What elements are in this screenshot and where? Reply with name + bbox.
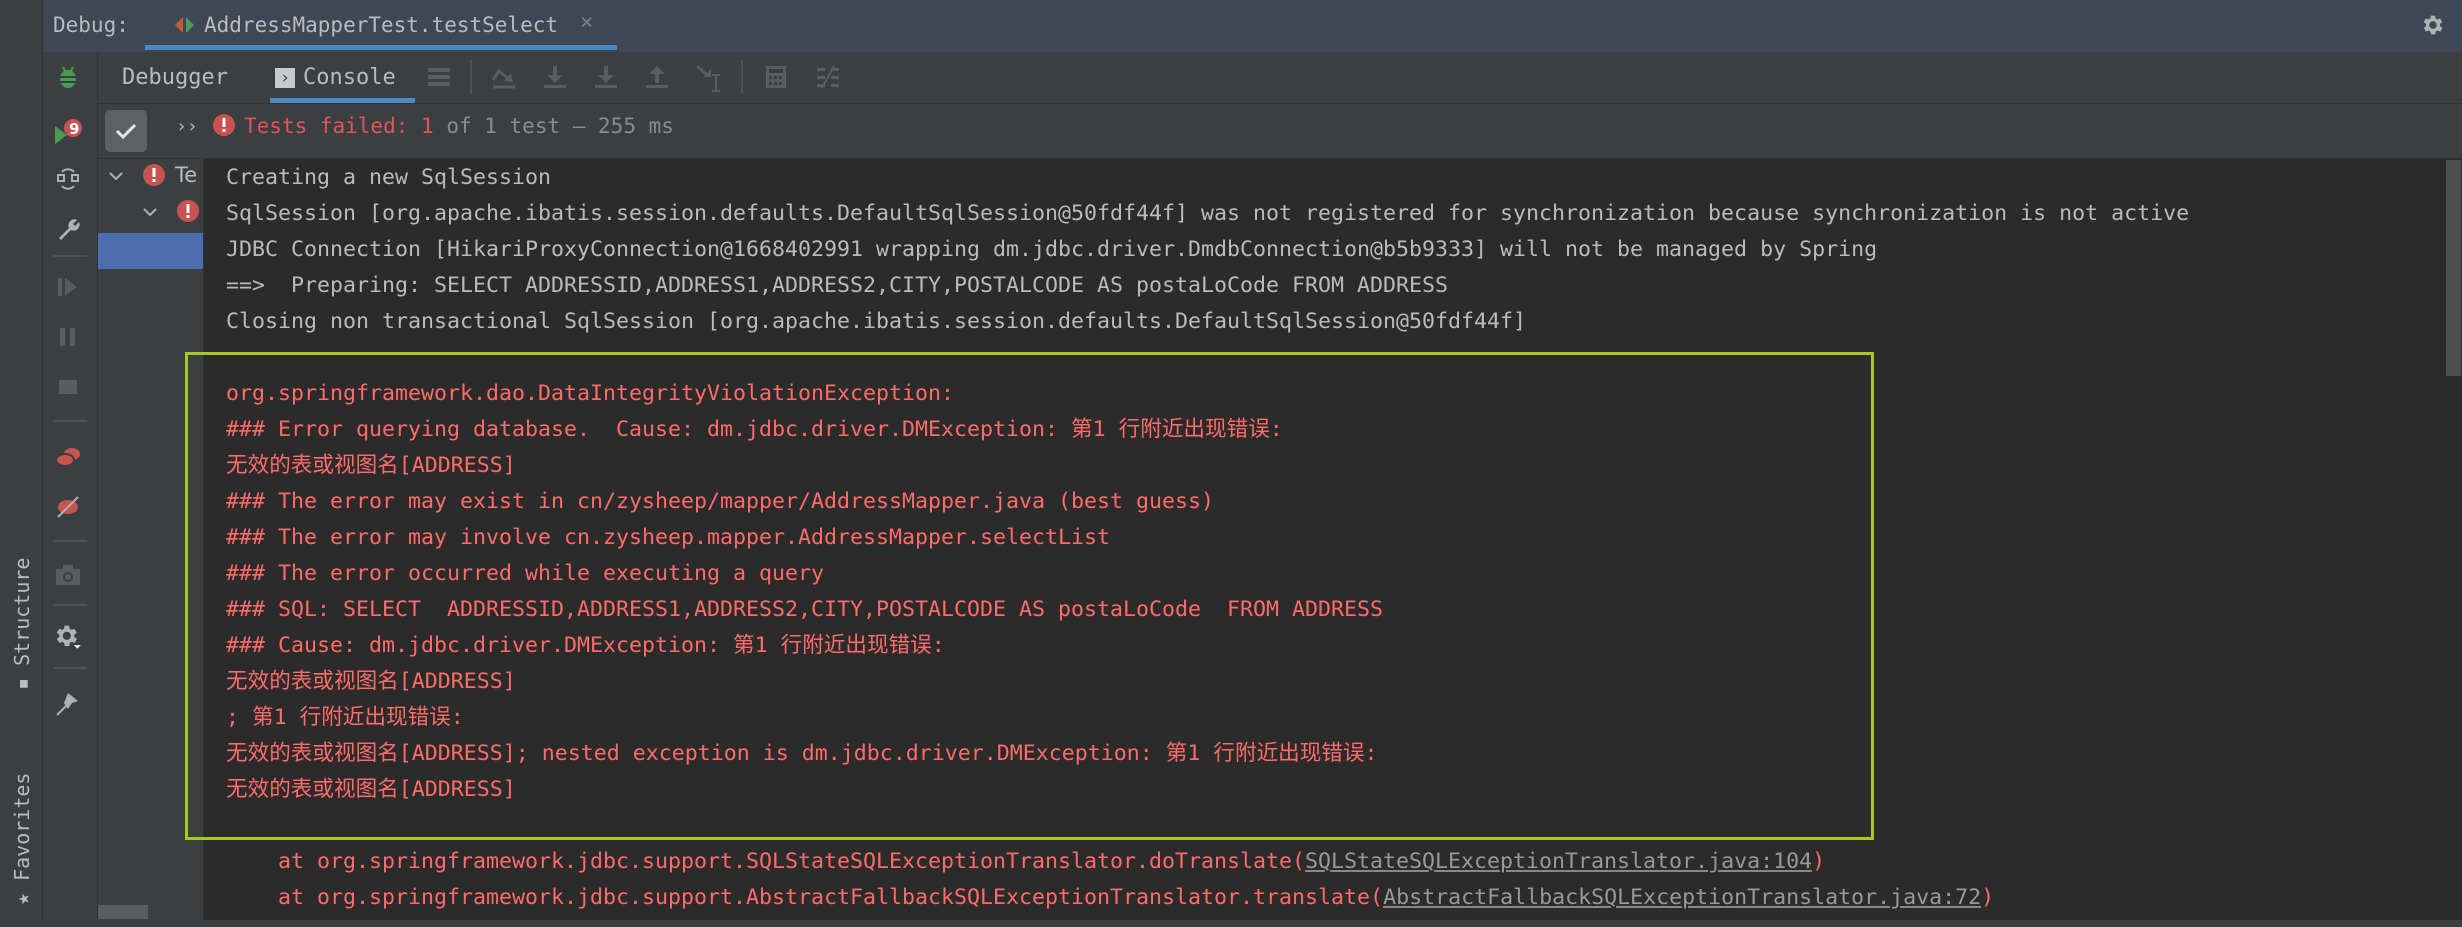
tree-selected-item[interactable] [98, 233, 203, 269]
test-failed-icon [176, 199, 200, 227]
step-out-icon[interactable] [643, 63, 671, 91]
error-line: org.springframework.dao.DataIntegrityVio… [226, 381, 955, 406]
structure-tool-button[interactable]: ▪ Structure [10, 558, 34, 690]
structure-icon: ▪ [10, 665, 34, 690]
left-tool-window-strip: ▪ Structure ★ Favorites [0, 0, 43, 927]
step-into-icon[interactable] [541, 63, 569, 91]
console-line: SqlSession [org.apache.ibatis.session.de… [226, 201, 2190, 226]
error-line: ### The error may exist in cn/zysheep/ma… [226, 489, 1215, 514]
tab-debugger[interactable]: Debugger [122, 52, 228, 103]
stack-trace-line: at org.springframework.jdbc.support.SQLS… [226, 847, 1825, 877]
error-line: ; 第1 行附近出现错误: [226, 705, 464, 730]
rerun-failed-tests-icon[interactable]: 9 [53, 116, 83, 146]
svg-text:9: 9 [69, 120, 79, 138]
test-failed-icon [212, 113, 236, 141]
debug-label: Debug: [53, 13, 129, 37]
chevron-down-icon[interactable] [108, 167, 124, 186]
stack-frame-text: at org.springframework.jdbc.support.Abst… [226, 885, 1384, 910]
stack-frame-text: at org.springframework.jdbc.support.SQLS… [226, 849, 1306, 874]
test-run-icon [174, 14, 196, 40]
settings-icon[interactable] [53, 622, 83, 652]
debug-tabs-bar: Debugger › Console [98, 52, 2462, 104]
favorites-tool-button[interactable]: ★ Favorites [10, 773, 34, 905]
expand-chevrons-icon[interactable]: ›› [176, 116, 198, 137]
menu-icon[interactable] [425, 63, 453, 91]
console-line: JDBC Connection [HikariProxyConnection@1… [226, 237, 1878, 262]
step-over-icon[interactable] [490, 63, 518, 91]
stack-frame-close: ) [1812, 849, 1826, 874]
toolbar-separator [53, 540, 87, 542]
force-step-into-icon[interactable] [592, 63, 620, 91]
error-line: ### Cause: dm.jdbc.driver.DMException: 第… [226, 633, 945, 658]
test-summary: of 1 test – 255 ms [433, 114, 674, 138]
error-line: 无效的表或视图名[ADDRESS]; nested exception is d… [226, 741, 1378, 766]
pause-icon[interactable] [53, 322, 83, 352]
toolbar-separator [741, 60, 743, 94]
toolbar-separator [53, 604, 87, 606]
toolbar-separator [53, 255, 87, 257]
star-icon: ★ [10, 880, 34, 905]
debug-side-toolbar: 9 [43, 52, 98, 927]
stack-trace-line: at org.springframework.jdbc.support.Abst… [226, 883, 1994, 913]
test-failed-icon [142, 163, 166, 191]
resume-icon[interactable] [53, 272, 83, 302]
check-icon [115, 123, 137, 140]
tree-root-item[interactable]: Te [175, 163, 197, 187]
console-line: Creating a new SqlSession [226, 165, 552, 190]
tree-horizontal-scrollbar[interactable] [98, 905, 148, 919]
toolbar-separator [470, 60, 472, 94]
console-line: Closing non transactional SqlSession [or… [226, 309, 1527, 334]
active-console-tab-indicator [270, 98, 415, 103]
structure-label: Structure [10, 557, 34, 666]
run-to-cursor-icon[interactable] [694, 63, 722, 92]
error-line: ### Error querying database. Cause: dm.j… [226, 417, 1283, 442]
pin-icon[interactable] [53, 688, 83, 718]
stop-icon[interactable] [53, 372, 83, 402]
wrench-icon[interactable] [53, 214, 83, 244]
trace-current-stream-icon[interactable] [814, 63, 842, 91]
active-tab-indicator [145, 45, 617, 50]
favorites-label: Favorites [10, 772, 34, 881]
error-line: ### SQL: SELECT ADDRESSID,ADDRESS1,ADDRE… [226, 597, 1384, 622]
tab-console-label: Console [303, 65, 396, 90]
error-line: ### The error occurred while executing a… [226, 561, 825, 586]
debug-tab-title: AddressMapperTest.testSelect [204, 13, 559, 37]
mute-breakpoints-icon[interactable] [53, 492, 83, 522]
tab-console[interactable]: › Console [275, 52, 396, 103]
test-status-text: Tests failed: 1 of 1 test – 255 ms [244, 114, 674, 138]
error-line: ### The error may involve cn.zysheep.map… [226, 525, 1111, 550]
toolbar-separator [53, 420, 87, 422]
show-passed-toggle[interactable] [105, 110, 147, 152]
failed-count: 1 [421, 114, 434, 138]
console-horizontal-scrollbar[interactable] [0, 920, 2462, 927]
source-link[interactable]: SQLStateSQLExceptionTranslator.java:104 [1305, 849, 1812, 874]
evaluate-expression-icon[interactable] [762, 63, 790, 91]
debug-bug-icon[interactable] [53, 62, 83, 92]
restore-layout-icon[interactable] [53, 164, 83, 194]
error-line: 无效的表或视图名[ADDRESS] [226, 777, 516, 802]
toolbar-separator [53, 667, 87, 669]
console-line: ==> Preparing: SELECT ADDRESSID,ADDRESS1… [226, 273, 1449, 298]
console-vertical-scrollbar[interactable] [2446, 160, 2461, 376]
source-link[interactable]: AbstractFallbackSQLExceptionTranslator.j… [1383, 885, 1981, 910]
view-breakpoints-icon[interactable] [53, 442, 83, 472]
stack-frame-close: ) [1981, 885, 1995, 910]
console-icon: › [275, 67, 295, 88]
tests-failed-label: Tests failed: [244, 114, 422, 138]
error-line: 无效的表或视图名[ADDRESS] [226, 669, 516, 694]
chevron-down-icon[interactable] [142, 203, 158, 222]
gear-icon[interactable] [2420, 12, 2446, 38]
camera-icon[interactable] [53, 560, 83, 590]
error-line: 无效的表或视图名[ADDRESS] [226, 453, 516, 478]
close-tab-icon[interactable]: × [580, 10, 593, 35]
